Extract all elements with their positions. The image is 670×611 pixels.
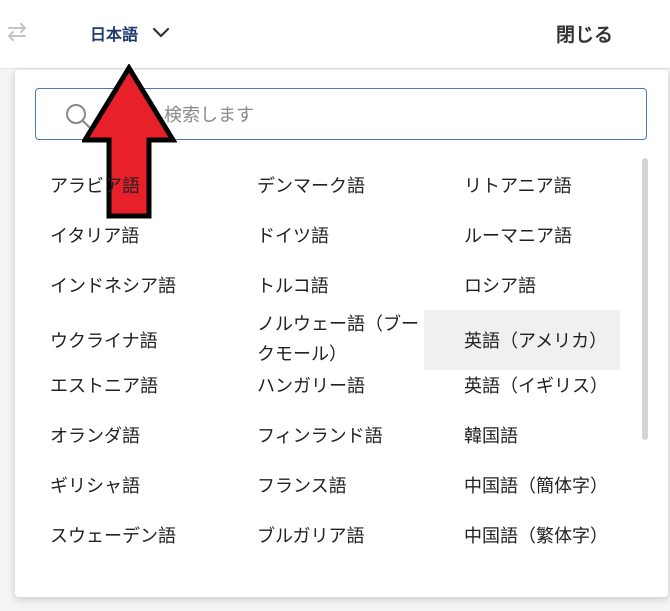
language-item[interactable]: ギリシャ語 [50, 460, 257, 510]
search-icon [66, 104, 91, 129]
language-item[interactable]: ルーマニア語 [464, 210, 655, 260]
language-item[interactable]: イタリア語 [50, 210, 257, 260]
language-item[interactable]: 中国語（繁体字） [464, 510, 655, 560]
language-item[interactable]: 韓国語 [464, 410, 655, 460]
language-item[interactable]: フィンランド語 [257, 410, 464, 460]
language-item[interactable]: リトアニア語 [464, 160, 655, 210]
language-item[interactable]: アラビア語 [50, 160, 257, 210]
language-item[interactable]: インドネシア語 [50, 260, 257, 310]
search-input[interactable] [162, 97, 636, 133]
language-item[interactable]: フランス語 [257, 460, 464, 510]
language-dropdown: アラビア語 デンマーク語 リトアニア語 イタリア語 ドイツ語 ルーマニア語 イン… [15, 70, 668, 597]
language-item[interactable]: スウェーデン語 [50, 510, 257, 560]
chevron-down-icon [152, 27, 170, 38]
language-item[interactable]: デンマーク語 [257, 160, 464, 210]
close-button[interactable]: 閉じる [548, 16, 621, 50]
source-language-label: 日本語 [90, 25, 139, 44]
language-list: アラビア語 デンマーク語 リトアニア語 イタリア語 ドイツ語 ルーマニア語 イン… [15, 160, 655, 560]
language-item[interactable]: ノルウェー語（ブークモール） [257, 310, 427, 370]
language-item[interactable]: オランダ語 [50, 410, 257, 460]
swap-icon[interactable] [6, 22, 28, 42]
search-box[interactable] [35, 88, 647, 140]
language-item[interactable]: 中国語（簡体字） [464, 460, 655, 510]
scrollbar[interactable] [642, 158, 648, 440]
source-language-select[interactable]: 日本語 [90, 16, 170, 50]
language-item[interactable]: 英語（イギリス） [464, 360, 655, 410]
language-item[interactable]: トルコ語 [257, 260, 464, 310]
language-item[interactable]: ブルガリア語 [257, 510, 464, 560]
language-item[interactable]: エストニア語 [50, 360, 257, 410]
language-item[interactable]: ドイツ語 [257, 210, 464, 260]
top-bar: 日本語 閉じる [0, 0, 670, 69]
language-item[interactable]: ロシア語 [464, 260, 655, 310]
